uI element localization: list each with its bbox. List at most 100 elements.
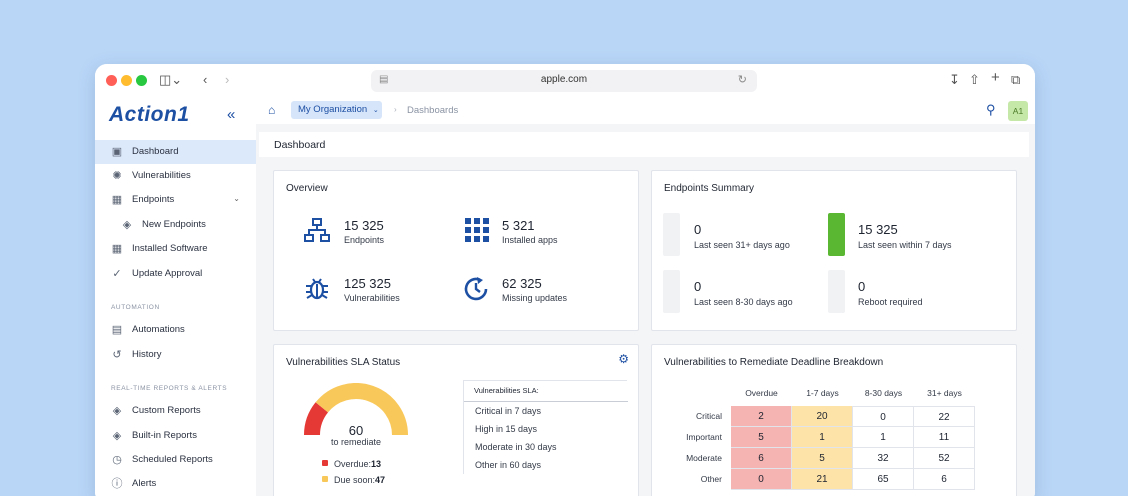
table-cell[interactable]: 0 <box>731 469 792 490</box>
reports-heading: REAL-TIME REPORTS & ALERTS <box>111 385 228 392</box>
automation-heading: AUTOMATION <box>111 304 160 311</box>
sidebar-item-alerts[interactable]: ⓘ Alerts <box>95 472 256 496</box>
sidebar-item-new-endpoints[interactable]: ◈ New Endpoints <box>95 213 256 237</box>
sidebar-item-installed-software[interactable]: ▦ Installed Software <box>95 237 256 261</box>
divider <box>464 401 628 402</box>
check-icon: ✓ <box>112 268 122 280</box>
summary-bar <box>663 213 680 256</box>
sla-item: High in 15 days <box>475 424 538 434</box>
summary-bar <box>828 270 845 313</box>
summary-value: 15 325 <box>858 222 898 237</box>
browser-window: ◫⌄ ‹ › ▤ apple.com ↻ ↧ ⇧ + ⧉ Action1 « ▣… <box>95 64 1035 496</box>
table-cell[interactable]: 5 <box>731 427 792 448</box>
table-cell[interactable]: 1 <box>853 427 914 448</box>
table-cell[interactable]: 22 <box>914 406 975 427</box>
breadcrumb[interactable]: Dashboards <box>407 105 458 116</box>
minimize-window-button[interactable] <box>121 75 132 86</box>
table-cell[interactable]: 32 <box>853 448 914 469</box>
table-cell[interactable]: 6 <box>914 469 975 490</box>
gauge-label: to remediate <box>330 437 382 447</box>
collapse-sidebar-icon[interactable]: « <box>227 106 235 123</box>
table-cell[interactable]: 65 <box>853 469 914 490</box>
summary-bar <box>663 270 680 313</box>
sla-item: Other in 60 days <box>475 460 542 470</box>
endpoints-summary-title: Endpoints Summary <box>664 183 755 194</box>
sla-item: Moderate in 30 days <box>475 442 557 452</box>
sidebar-item-update-approval[interactable]: ✓ Update Approval <box>95 262 256 286</box>
sidebar-item-label: Update Approval <box>132 268 203 279</box>
table-cell[interactable]: 52 <box>914 448 975 469</box>
new-tab-icon[interactable]: + <box>991 70 1000 86</box>
bug-icon <box>306 278 328 300</box>
summary-value: 0 <box>858 279 866 294</box>
sidebar-item-dashboard[interactable]: ▣ Dashboard <box>95 140 256 164</box>
table-cell[interactable]: 1 <box>792 427 853 448</box>
organization-dropdown[interactable]: My Organization ⌄ <box>291 101 382 119</box>
chevron-down-icon: ⌄ <box>372 107 379 114</box>
app-logo[interactable]: Action1 <box>109 103 190 127</box>
browser-toolbar: ◫⌄ ‹ › ▤ apple.com ↻ ↧ ⇧ + ⧉ <box>95 64 1035 98</box>
overview-card: Overview 15 325 Endpoints 5 321 Installe… <box>273 170 639 331</box>
sidebar-item-automations[interactable]: ▤ Automations <box>95 318 256 342</box>
back-icon[interactable]: ‹ <box>203 72 207 88</box>
tabs-overview-icon[interactable]: ⧉ <box>1011 72 1020 88</box>
sidebar-item-custom-reports[interactable]: ◈ Custom Reports <box>95 399 256 423</box>
column-header: 8-30 days <box>864 388 903 398</box>
stat-label: Installed apps <box>502 235 558 245</box>
deadline-breakdown-title: Vulnerabilities to Remediate Deadline Br… <box>664 357 884 368</box>
sla-heading: Vulnerabilities SLA: <box>474 386 539 395</box>
download-icon[interactable]: ↧ <box>949 72 960 88</box>
close-window-button[interactable] <box>106 75 117 86</box>
table-cell[interactable]: 0 <box>853 406 914 427</box>
page-title: Dashboard <box>274 139 326 151</box>
breadcrumb-separator: › <box>394 105 397 114</box>
summary-value: 0 <box>694 279 702 294</box>
sla-list: Vulnerabilities SLA: Critical in 7 days … <box>463 380 628 474</box>
sidebar-item-built-in-reports[interactable]: ◈ Built-in Reports <box>95 424 256 448</box>
address-bar[interactable]: ▤ apple.com ↻ <box>371 70 757 92</box>
table-cell[interactable]: 11 <box>914 427 975 448</box>
stat-value: 62 325 <box>502 276 542 291</box>
home-icon[interactable]: ⌂ <box>268 103 275 117</box>
table-cell[interactable]: 21 <box>792 469 853 490</box>
legend-label: Due soon: <box>334 475 376 485</box>
network-icon: ▦ <box>111 194 123 206</box>
sidebar-item-label: Vulnerabilities <box>132 170 191 181</box>
share-icon[interactable]: ⇧ <box>969 72 980 88</box>
chevron-down-icon: ⌄ <box>233 194 240 203</box>
overview-title: Overview <box>286 183 328 194</box>
legend-due-soon: Due soon:47 <box>322 475 385 485</box>
legend-swatch <box>322 476 328 482</box>
stat-label: Vulnerabilities <box>344 293 400 303</box>
sidebar-toggle-icon[interactable]: ◫⌄ <box>159 72 182 88</box>
forward-icon[interactable]: › <box>225 72 229 88</box>
stat-value: 15 325 <box>344 218 384 233</box>
sidebar-item-vulnerabilities[interactable]: ✺ Vulnerabilities <box>95 164 256 188</box>
sidebar-item-scheduled-reports[interactable]: ◷ Scheduled Reports <box>95 448 256 472</box>
search-icon[interactable]: ⚲ <box>986 102 996 118</box>
page-title-bar: Dashboard <box>259 132 1029 157</box>
gear-icon[interactable]: ⚙ <box>618 352 629 366</box>
sidebar-item-endpoints[interactable]: ▦ Endpoints ⌄ <box>95 188 256 212</box>
deadline-breakdown-card: Vulnerabilities to Remediate Deadline Br… <box>651 344 1017 496</box>
layers-icon: ◈ <box>112 405 122 417</box>
sidebar-item-history[interactable]: ↺ History <box>95 343 256 367</box>
legend-overdue: Overdue:13 <box>322 459 381 469</box>
layers-icon: ◈ <box>122 219 132 231</box>
url-text: apple.com <box>540 74 588 85</box>
reload-icon[interactable]: ↻ <box>738 73 747 86</box>
row-header: Moderate <box>686 453 722 463</box>
column-header: 31+ days <box>927 388 962 398</box>
summary-label: Last seen within 7 days <box>858 240 952 250</box>
avatar[interactable]: A1 <box>1008 101 1028 121</box>
table-cell[interactable]: 5 <box>792 448 853 469</box>
table-cell[interactable]: 20 <box>792 406 853 427</box>
summary-label: Last seen 31+ days ago <box>694 240 790 250</box>
top-bar: ⌂ My Organization ⌄ › Dashboards ⚲ A1 <box>256 98 1035 124</box>
table-cell[interactable]: 6 <box>731 448 792 469</box>
row-header: Other <box>700 474 722 484</box>
legend-value: 47 <box>375 475 386 485</box>
zoom-window-button[interactable] <box>136 75 147 86</box>
table-cell[interactable]: 2 <box>731 406 792 427</box>
sidebar-item-label: Automations <box>132 324 185 335</box>
